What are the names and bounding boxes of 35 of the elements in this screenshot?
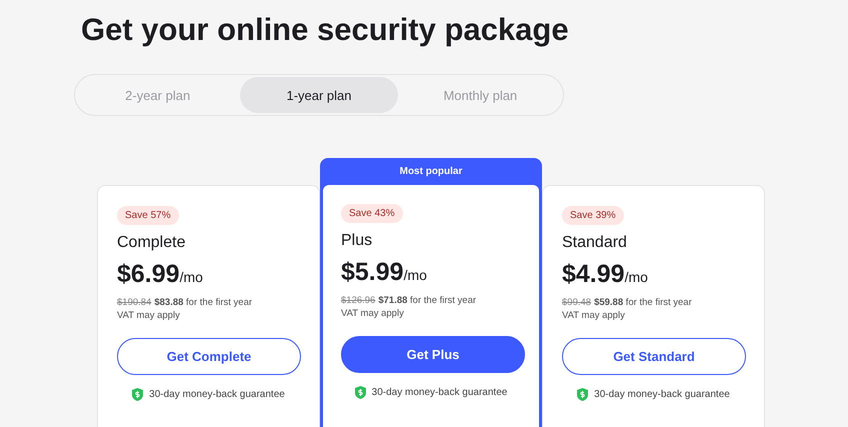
price: $6.99 <box>117 260 180 288</box>
shield-icon <box>354 386 366 399</box>
old-price: $99.48 <box>562 297 592 308</box>
old-price: $126.96 <box>341 295 376 306</box>
vat-note: VAT may apply <box>341 308 405 319</box>
plan-tab[interactable]: 1-year plan <box>240 77 398 113</box>
old-price: $190.84 <box>117 297 152 308</box>
buy-button[interactable]: Get Standard <box>562 338 746 375</box>
first-year-price: $83.88 for the first year <box>154 297 252 308</box>
first-year-price: $59.88 for the first year <box>594 297 692 308</box>
discount-badge: Save 39% <box>562 206 624 225</box>
vat-note: VAT may apply <box>117 310 181 321</box>
buy-button[interactable]: Get Complete <box>117 338 301 375</box>
first-year-price: $71.88 for the first year <box>378 295 476 306</box>
price-unit: /mo <box>404 267 427 283</box>
guarantee-text: 30-day money-back guarantee <box>372 387 508 398</box>
price: $5.99 <box>341 258 404 286</box>
shield-icon <box>132 388 144 401</box>
guarantee-text: 30-day money-back guarantee <box>149 389 285 400</box>
plan-name: Plus <box>341 232 374 250</box>
buy-button[interactable]: Get Plus <box>341 336 525 373</box>
shield-icon <box>577 388 588 401</box>
vat-note: VAT may apply <box>562 310 626 321</box>
plan-tab[interactable]: 2-year plan <box>79 77 236 113</box>
guarantee-text: 30-day money-back guarantee <box>594 389 730 400</box>
price-unit: /mo <box>180 269 203 285</box>
price-unit: /mo <box>624 269 648 285</box>
page-title: Get your online security package <box>80 11 570 48</box>
plan-tab[interactable]: Monthly plan <box>402 77 559 113</box>
plan-name: Complete <box>117 234 186 252</box>
discount-badge: Save 43% <box>341 204 403 223</box>
plan-name: Standard <box>562 234 628 252</box>
discount-badge: Save 57% <box>117 206 179 225</box>
price: $4.99 <box>562 260 625 288</box>
banner-label: Most popular <box>398 165 464 179</box>
